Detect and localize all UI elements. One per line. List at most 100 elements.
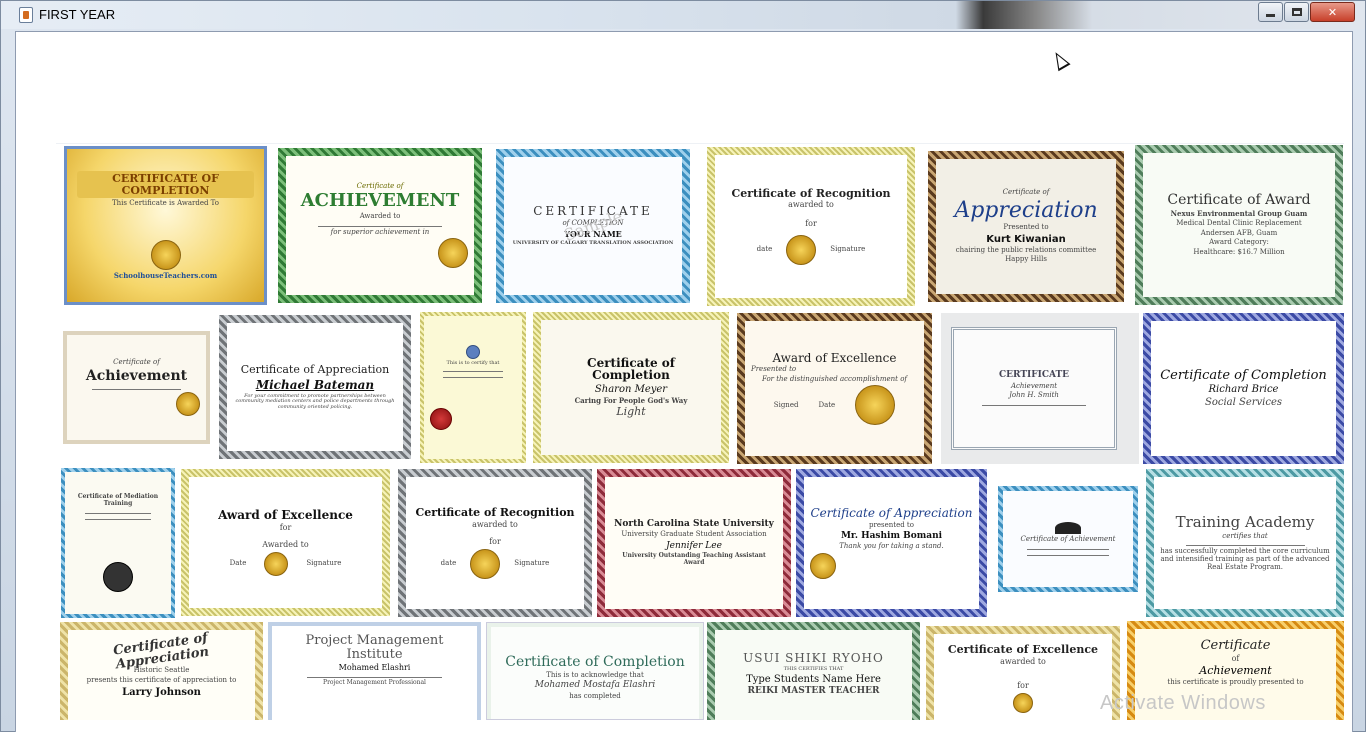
crest-icon (466, 344, 480, 359)
window-title: FIRST YEAR (39, 7, 116, 22)
cert-line: for (279, 523, 292, 532)
cert-line: Light (616, 405, 646, 419)
os-activation-watermark: Activate Windows (1100, 692, 1266, 714)
cert-line: Achievement (1010, 381, 1058, 390)
cert-line: REIKI MASTER TEACHER (747, 686, 880, 697)
cert-line: Nexus Environmental Group Guam (1170, 209, 1308, 219)
cert-name: Type Students Name Here (746, 674, 881, 686)
certificate-thumb[interactable]: Certificate of Excellence awarded to for (926, 626, 1120, 720)
cert-sig-label: Signature (514, 558, 550, 567)
cert-title: CERTIFICATE (998, 370, 1070, 381)
divider (92, 388, 181, 390)
certificate-thumb[interactable]: Certificate of Completion This is to ack… (486, 622, 704, 720)
cert-title: CERTIFICATE OF COMPLETION (77, 171, 254, 199)
certificate-thumb[interactable]: Certificate of Appreciation Historic Sea… (60, 622, 263, 720)
cert-line: UNIVERSITY OF CALGARY TRANSLATION ASSOCI… (512, 240, 674, 247)
certificate-thumb[interactable]: CERTIFICATE of COMPLETION YOUR NAME UNIV… (496, 149, 690, 303)
cert-name: Jennifer Lee (666, 540, 722, 551)
certificate-thumb[interactable]: North Carolina State University Universi… (597, 469, 791, 617)
cert-line: presented to (869, 520, 914, 529)
cert-line: Caring For People God's Way (574, 395, 688, 405)
certificate-thumb[interactable]: Certificate of ACHIEVEMENT Awarded to fo… (278, 148, 482, 303)
seal-icon (176, 391, 200, 416)
certificate-thumb[interactable]: Certificate of Appreciation Michael Bate… (219, 315, 411, 459)
cert-line: THIS CERTIFIES THAT (783, 665, 844, 672)
seal-icon (1013, 693, 1033, 714)
certificate-thumb[interactable]: Project Management Institute Mohamed Ela… (268, 622, 481, 720)
seal-icon (470, 548, 501, 579)
certificate-thumb[interactable]: Certificate of Appreciation presented to… (796, 469, 987, 617)
cert-line: This is to acknowledge that (546, 670, 644, 679)
certificate-thumb[interactable]: Certificate of Recognition awarded to fo… (398, 469, 592, 617)
cert-title: Certificate (1200, 638, 1271, 653)
seal-icon (150, 240, 181, 271)
maximize-button[interactable] (1284, 2, 1309, 22)
maximize-icon (1291, 8, 1302, 16)
cert-line: University Outstanding Teaching Assistan… (622, 551, 766, 566)
certificate-thumb[interactable]: USUI SHIKI RYOHO THIS CERTIFIES THAT Typ… (707, 622, 920, 720)
cert-line: Healthcare: $16.7 Million (1193, 247, 1285, 256)
cert-line: University Graduate Student Association (621, 530, 767, 539)
cert-line: This Certificate is Awarded To (111, 199, 220, 208)
certificate-thumb[interactable]: Certificate of Achievement (63, 331, 210, 444)
cert-line: chairing the public relations committee (955, 245, 1097, 254)
cert-title: Certificate of Appreciation (810, 506, 973, 521)
cert-name: Michael Bateman (255, 377, 375, 392)
cert-line: Andersen AFB, Guam (1200, 228, 1278, 237)
certificate-thumb[interactable]: Certificate of Completion Richard Brice … (1143, 313, 1344, 464)
certificate-thumb[interactable]: Certificate of Award Nexus Environmental… (1135, 145, 1343, 305)
cert-line: Certificate of (1002, 188, 1050, 197)
certificate-thumb[interactable]: Training Academy certifies that has succ… (1146, 469, 1344, 617)
cert-line: Awarded to (359, 212, 401, 221)
certificate-thumb[interactable]: Certificate of Appreciation Presented to… (928, 151, 1124, 302)
cert-line: for (1017, 681, 1029, 691)
seal-icon (264, 551, 289, 576)
seal-icon (810, 552, 836, 579)
cert-line: Certificate of (113, 358, 160, 367)
cert-line: for superior achievement in (330, 227, 430, 236)
minimize-button[interactable] (1258, 2, 1283, 22)
cert-title: USUI SHIKI RYOHO (743, 651, 884, 665)
cert-footer: SchoolhouseTeachers.com (113, 271, 218, 281)
cert-line: Certificate of (356, 181, 404, 190)
cert-title: Training Academy (1175, 512, 1315, 531)
cert-title: Achievement (85, 368, 188, 384)
cert-line: awarded to (788, 200, 834, 210)
cert-line: This is to certify that (446, 359, 500, 366)
cert-line: awarded to (472, 519, 518, 529)
certificate-thumb[interactable]: CERTIFICATE Achievement John H. Smith (941, 313, 1139, 464)
cert-line: Presented to (751, 365, 797, 374)
cert-title: Award of Excellence (218, 508, 353, 523)
cert-title: Certificate of Mediation Training (77, 493, 159, 507)
cert-title: Appreciation (954, 197, 1098, 223)
certificate-thumb[interactable]: CERTIFICATE OF COMPLETION This Certifica… (64, 146, 267, 305)
cert-line: for (489, 536, 501, 546)
divider (85, 512, 151, 514)
cert-name: Mohamed Mostafa Elashri (534, 680, 656, 691)
cert-sig-label: date (756, 245, 773, 254)
certificate-thumb[interactable]: Certificate of Achievement (998, 486, 1138, 592)
title-bar[interactable]: FIRST YEAR ✕ (1, 1, 1365, 29)
cert-line: Thank you for taking a stand. (839, 542, 944, 551)
cert-name: John H. Smith (1009, 391, 1059, 400)
cert-line: For the distinguished accomplishment of (761, 374, 908, 383)
certificate-thumb[interactable]: Certificate of Mediation Training (61, 468, 175, 618)
cert-sig-label: Signature (306, 558, 342, 567)
cert-title: Certificate of Award (1167, 192, 1311, 209)
cert-title: Certificate of Recognition (415, 506, 575, 520)
certificate-thumb[interactable]: Award of Excellence Presented to For the… (737, 313, 932, 464)
close-icon: ✕ (1327, 5, 1338, 19)
cert-sig-label: Signature (830, 245, 866, 254)
certificate-thumb[interactable]: Award of Excellence for Awarded to Date … (181, 469, 390, 616)
cert-sig-label: Date (229, 558, 247, 567)
certificate-thumb[interactable]: Certificate of Recognition awarded to fo… (707, 147, 915, 306)
certificate-thumb[interactable]: This is to certify that (420, 312, 526, 463)
certificate-thumb[interactable]: Certificate of Completion Sharon Meyer C… (533, 312, 729, 463)
cert-sig-label: date (440, 558, 457, 567)
cert-title: Certificate of Recognition (731, 186, 891, 200)
divider (442, 377, 504, 379)
close-button[interactable]: ✕ (1310, 2, 1355, 22)
cert-line: Happy Hills (1005, 255, 1047, 264)
cert-title: Award of Excellence (772, 350, 897, 365)
cert-title: North Carolina State University (614, 518, 774, 529)
